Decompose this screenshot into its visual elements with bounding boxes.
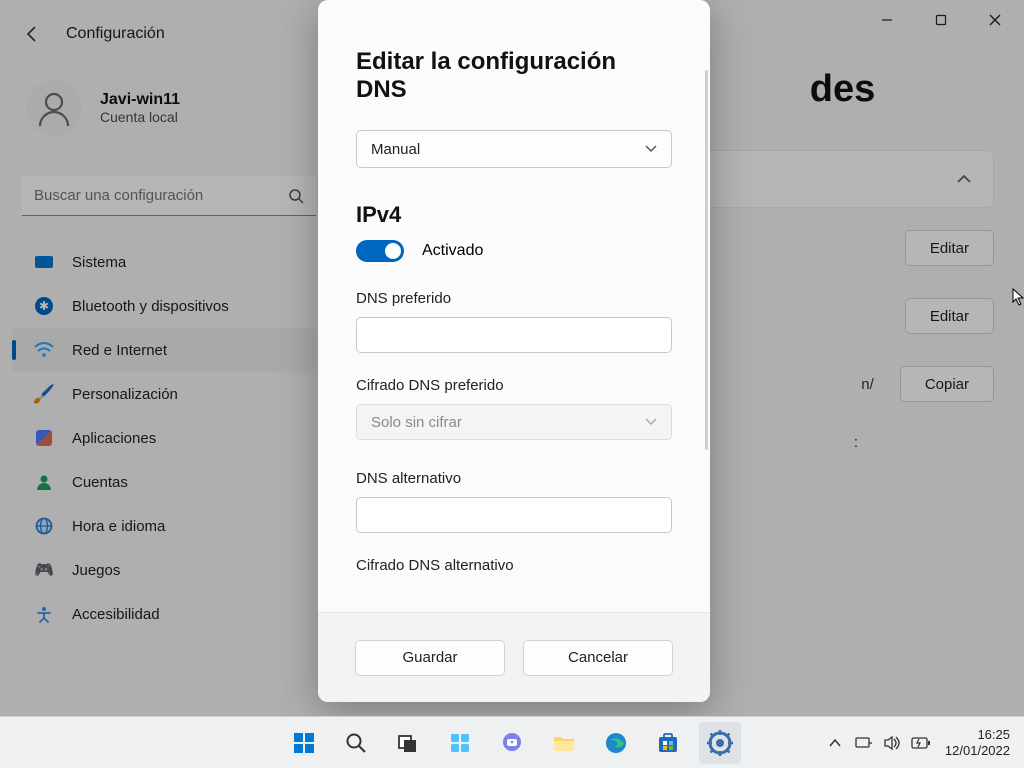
edge-button[interactable] <box>595 722 637 764</box>
dns-mode-select[interactable]: Manual <box>356 130 672 168</box>
preferred-enc-value: Solo sin cifrar <box>371 414 462 431</box>
widgets-button[interactable] <box>439 722 481 764</box>
tray-chevron-icon[interactable] <box>829 738 841 748</box>
store-button[interactable] <box>647 722 689 764</box>
cursor-icon <box>1012 288 1024 306</box>
taskbar-clock[interactable]: 16:25 12/01/2022 <box>945 727 1010 758</box>
taskbar: 16:25 12/01/2022 <box>0 716 1024 768</box>
battery-tray-icon[interactable] <box>911 737 931 749</box>
cancel-button[interactable]: Cancelar <box>523 640 673 676</box>
save-button[interactable]: Guardar <box>355 640 505 676</box>
alt-enc-label: Cifrado DNS alternativo <box>356 557 672 574</box>
preferred-enc-label: Cifrado DNS preferido <box>356 377 672 394</box>
volume-tray-icon[interactable] <box>883 735 901 751</box>
clock-time: 16:25 <box>945 727 1010 743</box>
chat-button[interactable] <box>491 722 533 764</box>
taskbar-search-button[interactable] <box>335 722 377 764</box>
modal-footer: Guardar Cancelar <box>318 612 710 702</box>
explorer-button[interactable] <box>543 722 585 764</box>
modal-title: Editar la configuración DNS <box>356 48 672 104</box>
settings-taskbar-button[interactable] <box>699 722 741 764</box>
preferred-dns-label: DNS preferido <box>356 290 672 307</box>
modal-scrollbar[interactable] <box>705 70 708 450</box>
toggle-state-label: Activado <box>422 242 483 260</box>
network-tray-icon[interactable] <box>855 736 873 750</box>
clock-date: 12/01/2022 <box>945 743 1010 759</box>
alt-dns-input[interactable] <box>356 497 672 533</box>
start-button[interactable] <box>283 722 325 764</box>
alt-dns-label: DNS alternativo <box>356 470 672 487</box>
dns-mode-value: Manual <box>371 141 420 158</box>
system-tray[interactable] <box>855 735 931 751</box>
chevron-down-icon <box>645 418 657 426</box>
settings-window: Configuración Javi-win11 Cuenta local Si… <box>0 0 1024 768</box>
dns-settings-modal: Editar la configuración DNS Manual IPv4 … <box>318 0 710 702</box>
chevron-down-icon <box>645 145 657 153</box>
preferred-dns-input[interactable] <box>356 317 672 353</box>
preferred-enc-select[interactable]: Solo sin cifrar <box>356 404 672 440</box>
task-view-button[interactable] <box>387 722 429 764</box>
ipv4-toggle[interactable] <box>356 240 404 262</box>
ipv4-heading: IPv4 <box>356 202 672 228</box>
